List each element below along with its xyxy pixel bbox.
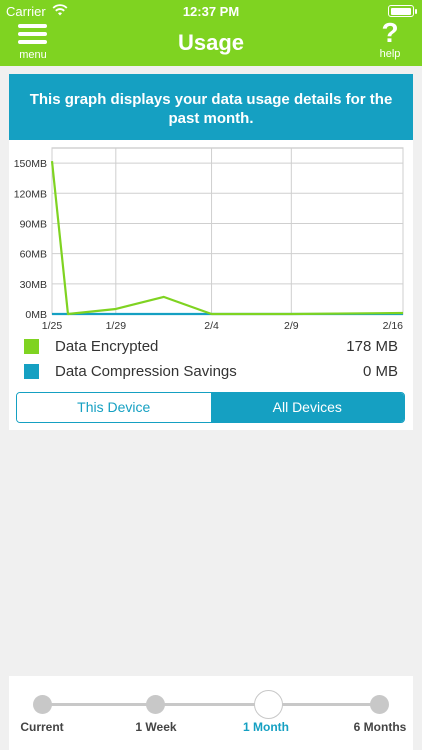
y-tick-label: 150MB [14, 158, 47, 170]
y-tick-label: 90MB [20, 218, 47, 230]
legend-swatch [24, 364, 39, 379]
y-tick-label: 120MB [14, 188, 47, 200]
hamburger-icon [18, 24, 47, 28]
x-tick-label: 2/16 [383, 320, 404, 332]
legend-value: 178 MB [346, 338, 398, 355]
clock: 12:37 PM [182, 4, 240, 19]
range-label-1-week[interactable]: 1 Week [123, 720, 189, 734]
legend-item-compression-savings: Data Compression Savings 0 MB [24, 361, 398, 383]
range-label-6-months[interactable]: 6 Months [347, 720, 413, 734]
range-knob-1-week[interactable] [146, 695, 165, 714]
range-label-1-month[interactable]: 1 Month [231, 720, 301, 734]
info-banner: This graph displays your data usage deta… [9, 74, 413, 140]
series-line [50, 160, 404, 316]
usage-chart: 0MB30MB60MB90MB120MB150MB1/25 1/29 2/4 2/9 2… [14, 147, 404, 332]
help-label: help [379, 48, 401, 60]
page-title: Usage [177, 30, 245, 55]
y-tick-label: 30MB [20, 279, 47, 291]
device-toggle: This Device All Devices [16, 392, 405, 423]
legend-item-data-encrypted: Data Encrypted 178 MB [24, 336, 398, 358]
range-label-current[interactable]: Current [9, 720, 75, 734]
x-tick-label: 2/4 [204, 320, 219, 332]
help-icon: ? [381, 17, 399, 48]
legend-label: Data Encrypted [55, 338, 159, 355]
help-button[interactable]: ? help [370, 18, 410, 64]
battery-fill [390, 7, 411, 15]
time-range-selector: Current 1 Week 1 Month 6 Months [9, 676, 413, 750]
x-tick-label: 2/9 [284, 320, 299, 332]
status-bar: Carrier 12:37 PM [0, 0, 422, 22]
y-tick-label: 60MB [20, 249, 47, 261]
x-tick-label: 1/29 [106, 320, 127, 332]
x-tick-label: 1/25 [42, 320, 63, 332]
usage-card: This graph displays your data usage deta… [9, 74, 413, 430]
app-header: Carrier 12:37 PM menu Usage ? help [0, 0, 422, 66]
this-device-button[interactable]: This Device [17, 393, 211, 422]
all-devices-button[interactable]: All Devices [210, 393, 404, 422]
legend-label: Data Compression Savings [55, 363, 237, 380]
battery-icon [388, 5, 417, 17]
legend-swatch [24, 339, 39, 354]
range-knob-1-month[interactable] [254, 690, 283, 719]
plot-area [51, 147, 404, 315]
range-knob-current[interactable] [33, 695, 52, 714]
range-knob-6-months[interactable] [370, 695, 389, 714]
range-track [43, 703, 379, 706]
legend-value: 0 MB [362, 363, 398, 380]
